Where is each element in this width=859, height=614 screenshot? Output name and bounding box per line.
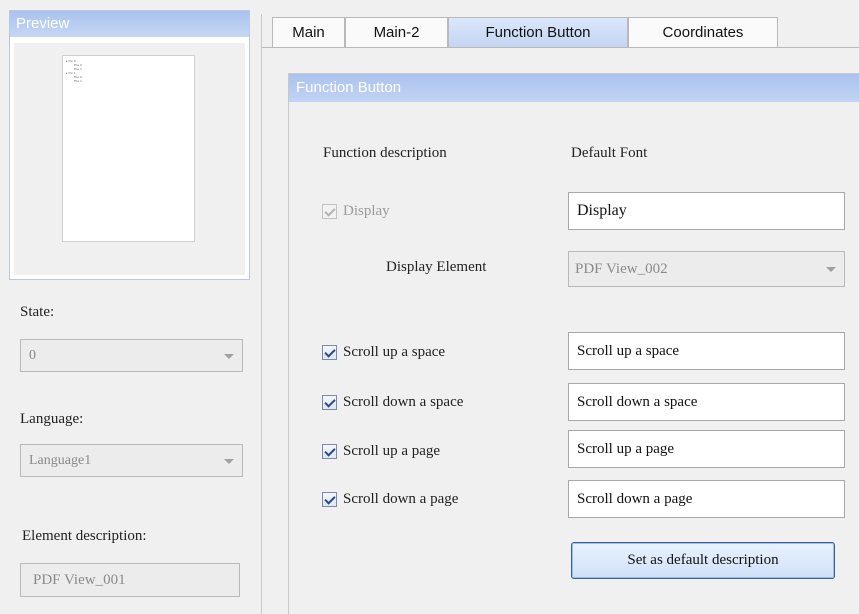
- checkbox-checked-icon: [322, 395, 337, 410]
- scroll-up-space-text-field[interactable]: Scroll up a space: [568, 332, 845, 370]
- default-font-header: Default Font: [571, 145, 648, 161]
- state-select[interactable]: 0: [20, 339, 243, 372]
- tab-coordinates[interactable]: Coordinates: [628, 17, 778, 47]
- chevron-down-icon: [826, 267, 836, 272]
- preview-title: Preview: [10, 11, 249, 37]
- function-button-group-title: Function Button: [289, 74, 859, 102]
- panel-divider: [261, 14, 262, 614]
- checkbox-checked-icon: [322, 204, 337, 219]
- checkbox-label: Scroll down a space: [343, 394, 464, 410]
- checkbox-label: Scroll up a space: [343, 344, 446, 360]
- scroll-up-space-checkbox[interactable]: Scroll up a space: [322, 344, 445, 361]
- display-text-field[interactable]: Display: [568, 192, 845, 230]
- tab-main[interactable]: Main: [272, 17, 345, 47]
- state-select-value: 0: [29, 347, 36, 363]
- chevron-down-icon: [224, 458, 234, 464]
- state-label: State:: [20, 304, 55, 320]
- tab-main-2[interactable]: Main-2: [345, 17, 448, 47]
- tab-function-button[interactable]: Function Button: [448, 17, 628, 47]
- language-select-value: Language1: [29, 452, 92, 468]
- display-element-select-value: PDF View_002: [575, 260, 668, 277]
- language-label: Language:: [20, 411, 84, 427]
- scroll-down-page-checkbox[interactable]: Scroll down a page: [322, 491, 458, 508]
- tab-strip-baseline: [262, 47, 859, 48]
- scroll-up-page-text-field[interactable]: Scroll up a page: [568, 430, 845, 468]
- checkbox-checked-icon: [322, 444, 337, 459]
- display-checkbox: Display: [322, 203, 390, 220]
- function-description-header: Function description: [323, 145, 447, 161]
- checkbox-label: Scroll down a page: [343, 491, 459, 507]
- set-as-default-description-button[interactable]: Set as default description: [571, 542, 835, 579]
- element-description-field: PDF View_001: [20, 563, 240, 597]
- checkbox-label: Scroll up a page: [343, 443, 441, 459]
- preview-area: ▸ Dir 0 File 0 File 1 ▸ Dir 1 File 0 Fil…: [14, 43, 245, 275]
- display-checkbox-label: Display: [343, 203, 390, 219]
- scroll-down-space-checkbox[interactable]: Scroll down a space: [322, 394, 463, 411]
- display-element-label: Display Element: [386, 259, 487, 275]
- checkbox-checked-icon: [322, 345, 337, 360]
- scroll-down-space-text-field[interactable]: Scroll down a space: [568, 383, 845, 421]
- chevron-down-icon: [224, 353, 234, 359]
- element-description-label: Element description:: [22, 528, 147, 544]
- preview-panel: Preview ▸ Dir 0 File 0 File 1 ▸ Dir 1 Fi…: [9, 10, 250, 280]
- scroll-down-page-text-field[interactable]: Scroll down a page: [568, 480, 845, 518]
- preview-page-thumbnail: ▸ Dir 0 File 0 File 1 ▸ Dir 1 File 0 Fil…: [62, 55, 195, 242]
- display-element-select: PDF View_002: [568, 251, 845, 287]
- preview-tree-line: File 1: [74, 79, 82, 83]
- checkbox-checked-icon: [322, 492, 337, 507]
- language-select[interactable]: Language1: [20, 444, 243, 477]
- scroll-up-page-checkbox[interactable]: Scroll up a page: [322, 443, 440, 460]
